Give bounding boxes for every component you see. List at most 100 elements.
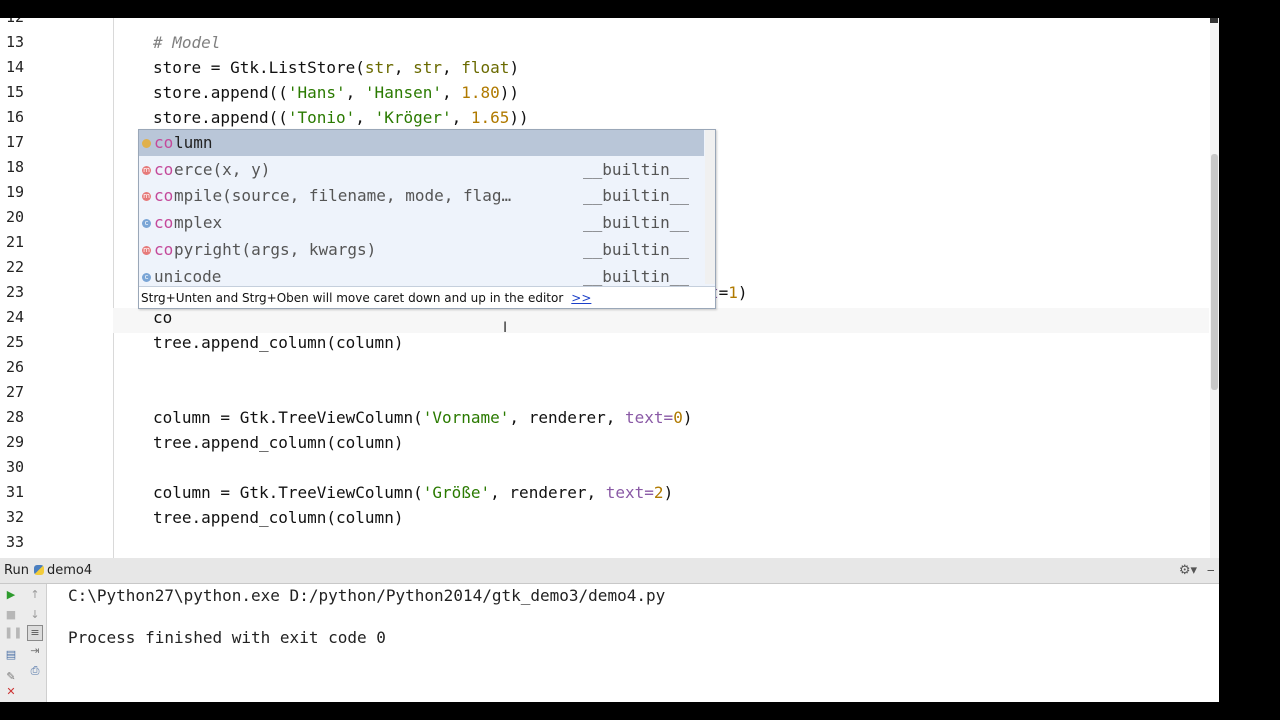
code-text: store.append(( xyxy=(153,83,288,102)
code-editor[interactable]: 12 13 14 15 16 17 18 19 20 21 22 23 24 2… xyxy=(0,18,1219,558)
code-keyword-arg: text xyxy=(625,408,664,427)
code-text: , renderer, xyxy=(490,483,606,502)
completion-source: __builtin__ xyxy=(583,213,689,232)
code-line-31[interactable]: column = Gtk.TreeViewColumn('Größe', ren… xyxy=(153,480,673,505)
line-number: 24 xyxy=(5,308,24,326)
print-icon[interactable]: ⎙ xyxy=(28,664,42,678)
code-keyword-arg: = xyxy=(663,408,674,427)
pause-icon[interactable]: ❚❚ xyxy=(4,626,22,640)
run-tab-label[interactable]: Run xyxy=(4,558,29,583)
code-text: = xyxy=(718,283,729,302)
code-comment: # Model xyxy=(153,33,221,52)
code-line-25[interactable]: tree.append_column(column) xyxy=(153,330,403,355)
code-string: 'Hans' xyxy=(287,83,346,102)
line-number: 32 xyxy=(5,508,24,526)
completion-label: erce(x, y) xyxy=(174,160,271,179)
completion-item[interactable]: c co mplex __builtin__ xyxy=(139,210,704,236)
scroll-to-end-icon[interactable]: ⇥ xyxy=(28,644,42,658)
run-toolbar: ▶ ↑ ■ ↓ ❚❚ ≡ ▤ ⇥ ⎙ ✎ ✕ xyxy=(0,584,47,702)
code-line-32[interactable]: tree.append_column(column) xyxy=(153,505,403,530)
minimize-icon[interactable]: ⎯ xyxy=(1208,558,1215,583)
code-text: )) xyxy=(499,83,520,102)
completion-item[interactable]: co lumn xyxy=(139,130,704,156)
run-panel-header: Run demo4 ⚙▾ ⎯ xyxy=(0,558,1219,584)
code-text: column = Gtk.TreeViewColumn( xyxy=(153,408,423,427)
line-number: 15 xyxy=(5,83,24,101)
method-icon: m xyxy=(142,166,151,175)
code-text: ) xyxy=(737,283,748,302)
run-tool-window: Run demo4 ⚙▾ ⎯ ▶ ↑ ■ ↓ ❚❚ ≡ ▤ ⇥ ⎙ ✎ ✕ C:… xyxy=(0,558,1219,702)
class-icon: c xyxy=(142,219,151,228)
scroll-down-icon[interactable]: ↓ xyxy=(28,608,42,622)
line-number: 33 xyxy=(5,533,24,551)
completion-label: lumn xyxy=(174,133,213,152)
completion-match: co xyxy=(154,240,174,259)
completion-hint: Strg+Unten and Strg+Oben will move caret… xyxy=(139,286,715,308)
code-text: , xyxy=(441,83,462,102)
line-number: 26 xyxy=(5,358,24,376)
completion-scrollbar[interactable] xyxy=(705,130,715,284)
completion-hint-link[interactable]: >> xyxy=(571,291,591,305)
code-text: )) xyxy=(509,108,529,127)
completion-item[interactable]: m co pyright(args, kwargs) __builtin__ xyxy=(139,237,704,263)
line-number: 20 xyxy=(5,208,24,226)
completion-match: co xyxy=(154,133,174,152)
code-completion-popup[interactable]: co lumn m co erce(x, y) __builtin__ m co… xyxy=(138,129,716,309)
code-number: 1 xyxy=(728,283,738,302)
method-icon: m xyxy=(142,246,151,255)
line-number: 25 xyxy=(5,333,24,351)
code-line-13[interactable]: # Model xyxy=(153,30,220,55)
line-number: 12 xyxy=(0,18,24,30)
editor-vertical-scrollbar[interactable] xyxy=(1210,18,1219,558)
completion-item[interactable]: m co erce(x, y) __builtin__ xyxy=(139,157,704,183)
method-icon: m xyxy=(142,192,151,201)
code-string: 'Kröger' xyxy=(374,108,452,127)
code-number: 0 xyxy=(673,408,683,427)
code-number: 2 xyxy=(653,483,664,502)
line-number: 18 xyxy=(5,158,24,176)
code-string: 'Vorname' xyxy=(422,408,510,427)
code-text: column = Gtk.TreeViewColumn( xyxy=(153,483,423,502)
completion-label: pyright(args, kwargs) xyxy=(174,240,377,259)
error-stripe-marker[interactable] xyxy=(1210,18,1218,23)
code-line-14[interactable]: store = Gtk.ListStore(str, str, float) xyxy=(153,55,519,80)
ide-window: 12 13 14 15 16 17 18 19 20 21 22 23 24 2… xyxy=(0,18,1219,702)
line-number: 21 xyxy=(5,233,24,251)
pin-icon[interactable]: ✎ xyxy=(4,670,18,684)
code-builtin: str xyxy=(364,58,394,77)
scroll-up-icon[interactable]: ↑ xyxy=(28,588,42,602)
line-number: 28 xyxy=(5,408,24,426)
rerun-icon[interactable]: ▶ xyxy=(4,588,18,602)
scrollbar-thumb[interactable] xyxy=(1211,154,1218,390)
console-output[interactable]: C:\Python27\python.exe D:/python/Python2… xyxy=(47,584,1219,702)
console-line: Process finished with exit code 0 xyxy=(68,628,386,647)
code-keyword-arg: = xyxy=(644,483,654,502)
completion-item[interactable]: m co mpile(source, filename, mode, flag…… xyxy=(139,183,704,209)
run-config-name[interactable]: demo4 xyxy=(47,558,92,583)
completion-label: mpile(source, filename, mode, flag… xyxy=(174,186,512,205)
code-line-16[interactable]: store.append(('Tonio', 'Kröger', 1.65)) xyxy=(153,105,529,130)
completion-label: mplex xyxy=(174,213,223,232)
text-cursor-icon: I xyxy=(503,320,508,336)
console-line: C:\Python27\python.exe D:/python/Python2… xyxy=(68,586,666,605)
code-builtin: float xyxy=(461,58,510,77)
code-line-15[interactable]: store.append(('Hans', 'Hansen', 1.80)) xyxy=(153,80,519,105)
class-icon: c xyxy=(142,273,151,282)
code-text: ) xyxy=(682,408,693,427)
completion-hint-text: Strg+Unten and Strg+Oben will move caret… xyxy=(141,291,564,305)
code-text: , xyxy=(393,58,414,77)
code-line-28[interactable]: column = Gtk.TreeViewColumn('Vorname', r… xyxy=(153,405,692,430)
code-number: 1.65 xyxy=(470,108,510,127)
code-text: , xyxy=(345,83,365,102)
dump-threads-icon[interactable]: ▤ xyxy=(4,648,18,662)
code-text: , xyxy=(355,108,375,127)
gear-icon[interactable]: ⚙▾ xyxy=(1179,558,1197,583)
code-string: 'Hansen' xyxy=(364,83,442,102)
close-icon[interactable]: ✕ xyxy=(4,685,18,699)
code-line-29[interactable]: tree.append_column(column) xyxy=(153,430,403,455)
soft-wrap-icon[interactable]: ≡ xyxy=(27,625,43,641)
line-number: 13 xyxy=(5,33,24,51)
line-number: 29 xyxy=(5,433,24,451)
line-number: 30 xyxy=(5,458,24,476)
stop-icon[interactable]: ■ xyxy=(4,608,18,622)
